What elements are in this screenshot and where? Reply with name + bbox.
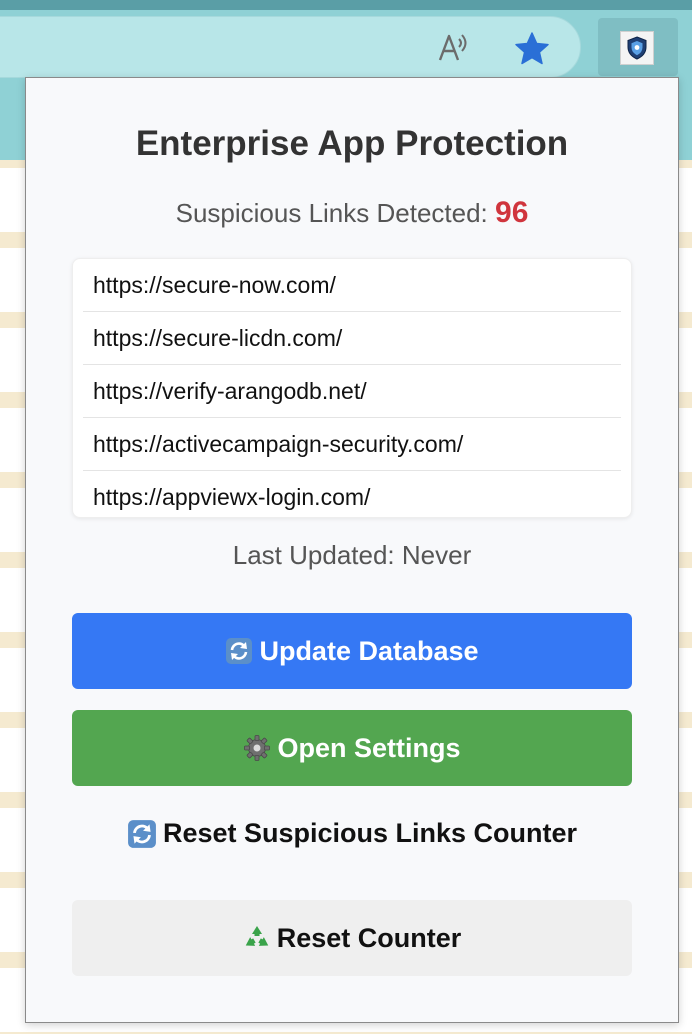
suspicious-links-list[interactable]: https://secure-now.com/ https://secure-l… [72, 258, 632, 518]
list-item: https://verify-arangodb.net/ [83, 365, 621, 418]
refresh-icon [127, 819, 157, 849]
open-settings-label: Open Settings [277, 732, 461, 763]
open-settings-button[interactable]: Open Settings [72, 710, 632, 786]
recycle-icon [243, 924, 271, 952]
list-item: https://appviewx-login.com/ [83, 471, 621, 517]
extension-button[interactable] [598, 18, 678, 76]
reset-counter-label: Reset Counter [276, 922, 462, 953]
update-database-label: Update Database [259, 635, 479, 666]
reset-links-heading: Reset Suspicious Links Counter [26, 818, 678, 849]
extension-popup: Enterprise App Protection Suspicious Lin… [25, 77, 679, 1023]
list-item: https://secure-now.com/ [83, 259, 621, 312]
refresh-icon [225, 637, 253, 665]
suspicious-links-count: Suspicious Links Detected: 96 [26, 196, 678, 230]
popup-title: Enterprise App Protection [135, 124, 569, 163]
address-bar[interactable] [0, 16, 581, 78]
gear-icon [243, 734, 271, 762]
last-updated-text: Last Updated: Never [232, 540, 472, 570]
count-value: 96 [495, 196, 529, 229]
list-item: https://secure-licdn.com/ [83, 312, 621, 365]
reset-links-heading-text: Reset Suspicious Links Counter [162, 818, 578, 848]
count-label: Suspicious Links Detected: [175, 198, 488, 228]
update-database-button[interactable]: Update Database [72, 613, 632, 689]
browser-top-strip [0, 0, 692, 10]
reset-counter-button[interactable]: Reset Counter [72, 900, 632, 976]
read-aloud-icon[interactable] [437, 30, 471, 64]
list-item: https://activecampaign-security.com/ [83, 418, 621, 471]
star-icon[interactable] [513, 30, 551, 68]
shield-icon [620, 31, 654, 65]
